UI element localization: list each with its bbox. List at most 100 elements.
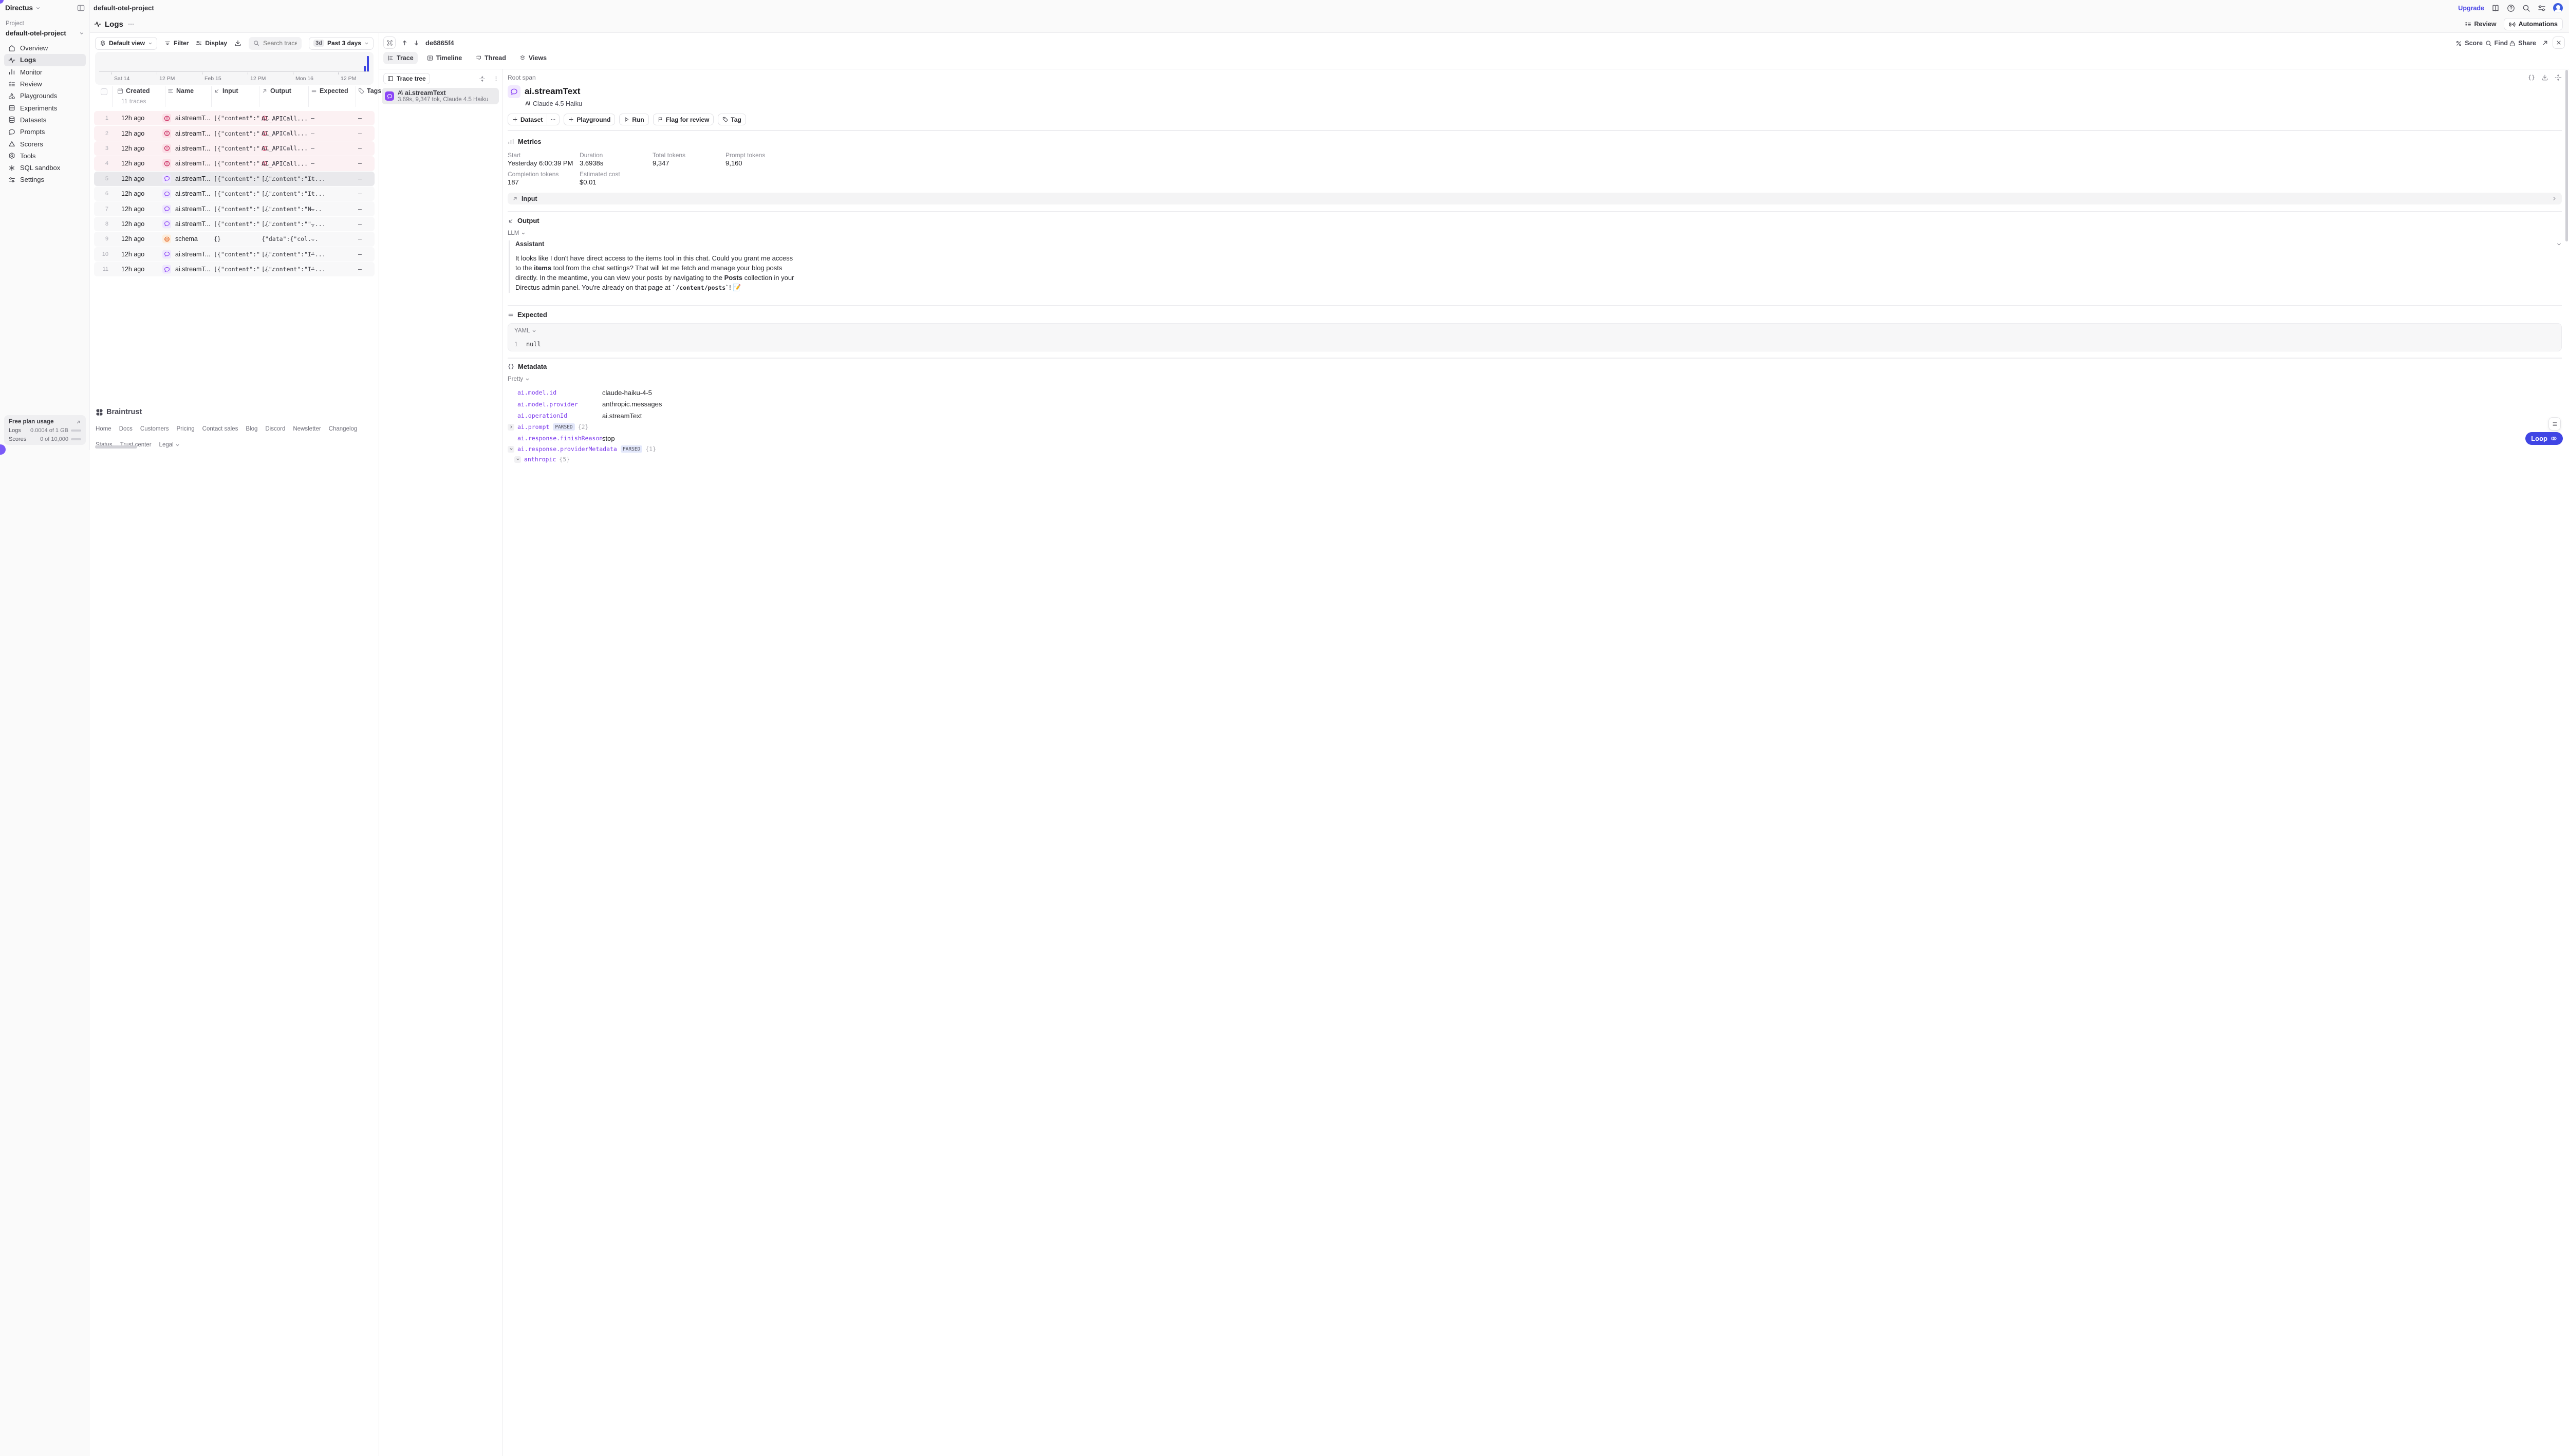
- expected-section-header[interactable]: Expected: [508, 311, 547, 319]
- add-to-dataset-button[interactable]: Dataset: [508, 114, 560, 125]
- dataset-more-icon[interactable]: [547, 114, 559, 125]
- trace-tree-button[interactable]: Trace tree: [383, 73, 430, 84]
- kebab-menu-icon[interactable]: [493, 76, 499, 82]
- sidebar-item-prompts[interactable]: Prompts: [4, 126, 86, 138]
- metadata-section-header[interactable]: Metadata: [508, 363, 547, 370]
- search-traces-box[interactable]: [249, 37, 302, 50]
- next-trace-icon[interactable]: [413, 40, 420, 46]
- review-button[interactable]: Review: [2465, 21, 2497, 28]
- expand-caret[interactable]: [508, 424, 514, 431]
- run-button[interactable]: Run: [619, 114, 648, 125]
- column-expected[interactable]: Expected: [311, 87, 348, 95]
- collapse-sections-icon[interactable]: [2555, 74, 2562, 81]
- default-view-button[interactable]: Default view: [95, 37, 157, 50]
- chevron-down-icon[interactable]: [535, 139, 541, 144]
- sidebar-item-tools[interactable]: Tools: [4, 150, 86, 162]
- sidebar-item-experiments[interactable]: Experiments: [4, 102, 86, 114]
- tree-span-ai-streamtext[interactable]: A\ai.streamText 3.69s, 9,347 tok, Claude…: [382, 88, 499, 104]
- sidebar-item-monitor[interactable]: Monitor: [4, 66, 86, 78]
- column-created[interactable]: Created: [117, 87, 150, 95]
- table-row[interactable]: 1012h agoai.streamT...[{"content":" ...[…: [94, 247, 375, 262]
- close-panel-button[interactable]: [2553, 36, 2565, 49]
- upgrade-link[interactable]: Upgrade: [2458, 5, 2484, 12]
- column-input[interactable]: Input: [214, 87, 238, 95]
- table-row-selected[interactable]: 512h agoai.streamT...[{"content":" ...[{…: [94, 172, 375, 186]
- footer-link[interactable]: Home: [96, 426, 111, 432]
- find-button[interactable]: Find: [2485, 40, 2508, 47]
- footer-link[interactable]: Pricing: [177, 426, 195, 432]
- sidebar-item-settings[interactable]: Settings: [4, 174, 86, 185]
- scroll-outline-button[interactable]: [2548, 417, 2561, 431]
- table-row[interactable]: 112h agoai.streamT...[{"content":" ...AI…: [94, 111, 375, 125]
- download-icon[interactable]: [2541, 74, 2548, 81]
- help-icon[interactable]: [2507, 4, 2515, 12]
- chevron-down-icon[interactable]: [533, 218, 538, 223]
- column-output[interactable]: Output: [262, 87, 291, 95]
- braintrust-brand[interactable]: Braintrust: [96, 408, 373, 416]
- flag-for-review-button[interactable]: Flag for review: [653, 114, 714, 125]
- sidebar-item-overview[interactable]: Overview: [4, 42, 86, 54]
- metadata-format-select[interactable]: Pretty: [508, 376, 530, 382]
- loop-button[interactable]: Loop: [2525, 432, 2563, 445]
- collapse-caret[interactable]: [508, 446, 514, 453]
- open-in-new-icon[interactable]: [2542, 40, 2548, 46]
- share-button[interactable]: Share: [2509, 40, 2536, 47]
- footer-link[interactable]: Newsletter: [293, 426, 321, 432]
- table-row[interactable]: 212h agoai.streamT...[{"content":" ...AI…: [94, 126, 375, 140]
- sidebar-item-logs[interactable]: Logs: [4, 54, 86, 66]
- table-row[interactable]: 812h agoai.streamT...[{"content":" ...[{…: [94, 217, 375, 231]
- table-row[interactable]: 412h agoai.streamT...[{"content":" ...AI…: [94, 156, 375, 171]
- collapse-sidebar-icon[interactable]: [77, 4, 85, 12]
- filter-button[interactable]: Filter: [164, 40, 189, 47]
- org-switcher[interactable]: Directus: [5, 4, 41, 12]
- sidebar-item-scorers[interactable]: Scorers: [4, 138, 86, 150]
- collapse-caret[interactable]: [514, 456, 521, 463]
- tag-button[interactable]: Tag: [718, 114, 746, 125]
- column-name[interactable]: Name: [167, 87, 194, 95]
- tab-trace[interactable]: Trace: [383, 52, 418, 64]
- display-button[interactable]: Display: [196, 40, 227, 47]
- search-icon[interactable]: [2522, 4, 2530, 12]
- collapse-all-icon[interactable]: [479, 76, 486, 82]
- table-row[interactable]: 1112h agoai.streamT...[{"content":" ...[…: [94, 262, 375, 276]
- tab-views[interactable]: Views: [515, 52, 551, 64]
- free-plan-usage-card[interactable]: Free plan usage Logs0.0004 of 1 GB Score…: [4, 415, 86, 445]
- sidebar-item-datasets[interactable]: Datasets: [4, 114, 86, 126]
- column-tags[interactable]: Tags: [358, 87, 381, 95]
- chevron-down-icon[interactable]: [541, 312, 546, 318]
- more-menu-icon[interactable]: [127, 21, 135, 28]
- horizontal-scrollbar[interactable]: [95, 445, 137, 449]
- metrics-section-header[interactable]: Metrics: [508, 138, 542, 145]
- prev-trace-icon[interactable]: [401, 40, 408, 46]
- sidebar-item-sql-sandbox[interactable]: SQL sandbox: [4, 162, 86, 174]
- export-download-icon[interactable]: [234, 40, 241, 47]
- select-all-checkbox[interactable]: [101, 88, 107, 95]
- expected-format-select[interactable]: YAML: [514, 328, 536, 334]
- footer-link-legal[interactable]: Legal: [159, 442, 180, 448]
- chevron-down-icon[interactable]: [2556, 241, 2562, 247]
- trace-histogram[interactable]: Sat 14 12 PM Feb 15 12 PM Mon 16 12 PM: [95, 52, 374, 85]
- footer-link[interactable]: Blog: [246, 426, 257, 432]
- tab-timeline[interactable]: Timeline: [423, 52, 466, 64]
- footer-link[interactable]: Docs: [119, 426, 133, 432]
- table-row[interactable]: 712h agoai.streamT...[{"content":" ...[{…: [94, 201, 375, 216]
- tab-thread[interactable]: Thread: [471, 52, 510, 64]
- footer-link[interactable]: Discord: [265, 426, 285, 432]
- docs-book-icon[interactable]: [2491, 4, 2500, 12]
- vertical-scrollbar[interactable]: [2565, 70, 2568, 241]
- playground-button[interactable]: Playground: [564, 114, 615, 125]
- footer-link[interactable]: Contact sales: [202, 426, 238, 432]
- sidebar-item-review[interactable]: Review: [4, 78, 86, 90]
- sidebar-item-playgrounds[interactable]: Playgrounds: [4, 90, 86, 102]
- output-section-header[interactable]: Output: [508, 217, 539, 225]
- footer-link[interactable]: Customers: [140, 426, 169, 432]
- avatar[interactable]: [2553, 3, 2563, 13]
- search-traces-input[interactable]: [263, 40, 297, 47]
- preferences-icon[interactable]: [2538, 4, 2546, 12]
- table-row[interactable]: 912h agoschema{}{"data":{"col...––: [94, 232, 375, 246]
- table-row[interactable]: 312h agoai.streamT...[{"content":" ...AI…: [94, 141, 375, 156]
- footer-link[interactable]: Changelog: [329, 426, 358, 432]
- json-view-icon[interactable]: [2528, 74, 2535, 81]
- help-widget-peek[interactable]: [0, 444, 6, 455]
- score-button[interactable]: Score: [2455, 40, 2483, 47]
